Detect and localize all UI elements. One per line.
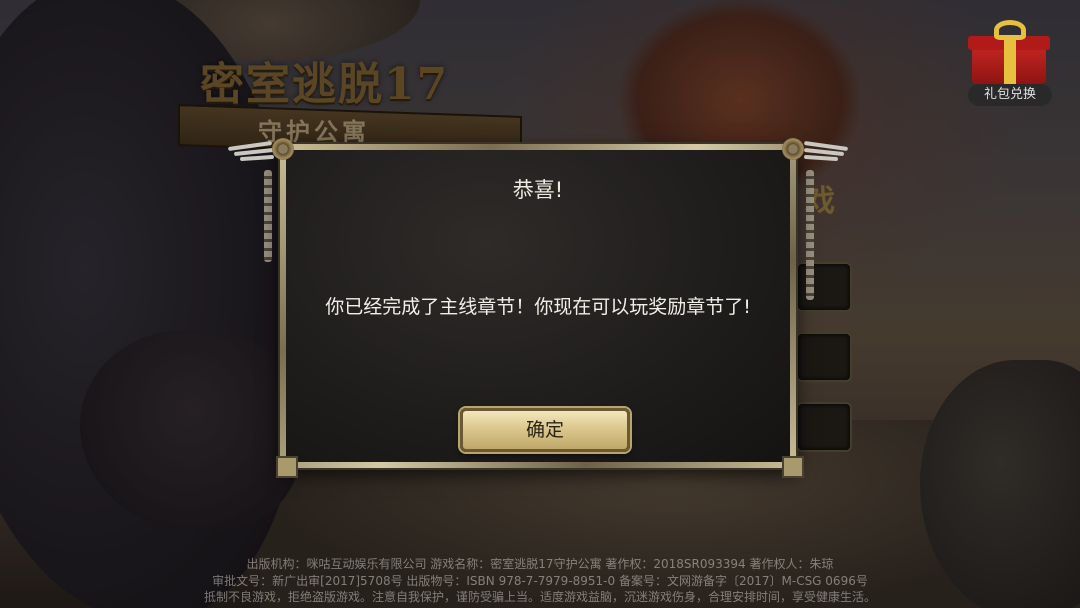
wing-ornament-right-icon [776, 136, 850, 172]
footer-line-2: 审批文号：新广出审[2017]5708号 出版物号：ISBN 978-7-797… [212, 573, 868, 588]
gear-icon [272, 138, 294, 160]
congrats-dialog: 恭喜! 你已经完成了主线章节！你现在可以玩奖励章节了! 确定 [280, 144, 796, 468]
chain-left [264, 170, 272, 262]
gift-ribbon [1004, 36, 1016, 84]
frame-corner-bottom-left [276, 456, 298, 478]
gift-redeem-label: 礼包兑换 [968, 84, 1052, 106]
legal-footer: 出版机构：咪咕互动娱乐有限公司 游戏名称：密室逃脱17守护公寓 著作权：2018… [0, 556, 1080, 606]
footer-line-1: 出版机构：咪咕互动娱乐有限公司 游戏名称：密室逃脱17守护公寓 著作权：2018… [246, 557, 834, 571]
dialog-message: 你已经完成了主线章节！你现在可以玩奖励章节了! [325, 296, 751, 318]
frame-corner-bottom-right [782, 456, 804, 478]
gift-redeem-button[interactable]: 礼包兑换 [962, 14, 1058, 106]
dialog-title: 恭喜! [512, 178, 564, 202]
wing-ornament-left-icon [227, 136, 302, 172]
gift-bow-icon [994, 20, 1026, 40]
gear-icon [782, 138, 804, 160]
chain-right [806, 170, 814, 300]
confirm-button[interactable]: 确定 [460, 408, 630, 452]
footer-line-3: 抵制不良游戏，拒绝盗版游戏。注意自我保护，谨防受骗上当。适度游戏益脑，沉迷游戏伤… [203, 590, 876, 604]
